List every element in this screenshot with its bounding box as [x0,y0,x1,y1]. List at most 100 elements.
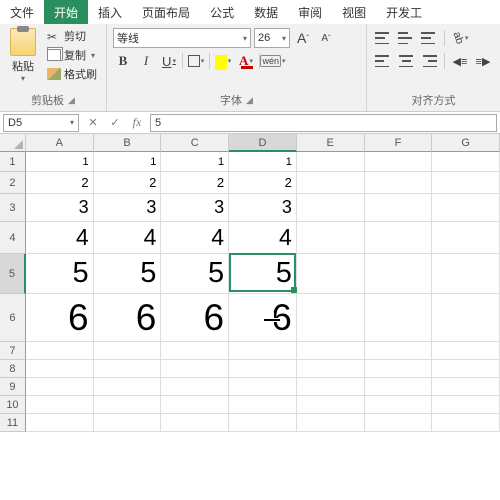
row-header-5[interactable]: 5 [0,254,26,294]
cell-G3[interactable] [432,194,500,222]
cell-A9[interactable] [26,378,94,396]
align-middle-button[interactable] [396,28,416,48]
italic-button[interactable]: I [136,51,156,71]
cell-C9[interactable] [161,378,229,396]
orientation-button[interactable]: ab▾ [450,28,470,48]
spreadsheet-grid[interactable]: ABCDEFG111112222233333444445555566666789… [0,134,500,432]
cell-B8[interactable] [94,360,162,378]
cell-G2[interactable] [432,172,500,194]
bold-button[interactable]: B [113,51,133,71]
decrease-font-button[interactable]: Aˇ [316,28,336,48]
tab-dev[interactable]: 开发工 [376,0,432,24]
cell-D3[interactable]: 3 [229,194,297,222]
cell-A5[interactable]: 5 [26,254,94,294]
col-header-A[interactable]: A [26,134,94,152]
align-bottom-button[interactable] [419,28,439,48]
row-header-3[interactable]: 3 [0,194,26,222]
cell-F1[interactable] [365,152,433,172]
cell-F6[interactable] [365,294,433,342]
cell-G1[interactable] [432,152,500,172]
col-header-G[interactable]: G [432,134,500,152]
tab-data[interactable]: 数据 [244,0,288,24]
cell-G9[interactable] [432,378,500,396]
cell-E9[interactable] [297,378,365,396]
phonetic-button[interactable]: wén▾ [263,51,283,71]
cell-D7[interactable] [229,342,297,360]
cell-E3[interactable] [297,194,365,222]
cut-button[interactable]: ✂剪切 [44,27,100,45]
cell-F8[interactable] [365,360,433,378]
align-right-button[interactable] [419,51,439,71]
row-header-11[interactable]: 11 [0,414,26,432]
increase-font-button[interactable]: Aˆ [293,28,313,48]
cell-F9[interactable] [365,378,433,396]
cell-D10[interactable] [229,396,297,414]
cell-B1[interactable]: 1 [94,152,162,172]
cell-B11[interactable] [94,414,162,432]
row-header-1[interactable]: 1 [0,152,26,172]
paste-button[interactable]: 粘贴 ▾ [6,26,40,90]
cancel-button[interactable]: ✕ [82,114,104,132]
row-header-6[interactable]: 6 [0,294,26,342]
tab-view[interactable]: 视图 [332,0,376,24]
fx-button[interactable]: fx [126,114,148,132]
cell-D2[interactable]: 2 [229,172,297,194]
cell-C5[interactable]: 5 [161,254,229,294]
cell-C4[interactable]: 4 [161,222,229,254]
cell-D4[interactable]: 4 [229,222,297,254]
cell-D8[interactable] [229,360,297,378]
align-left-button[interactable] [373,51,393,71]
row-header-4[interactable]: 4 [0,222,26,254]
cell-A11[interactable] [26,414,94,432]
cell-A8[interactable] [26,360,94,378]
font-color-button[interactable]: A▾ [236,51,256,71]
cell-A3[interactable]: 3 [26,194,94,222]
cell-E8[interactable] [297,360,365,378]
copy-button[interactable]: 复制▾ [44,46,100,64]
col-header-B[interactable]: B [94,134,162,152]
cell-F11[interactable] [365,414,433,432]
increase-indent-button[interactable]: ≡▶ [473,51,493,71]
cell-E7[interactable] [297,342,365,360]
cell-G6[interactable] [432,294,500,342]
underline-button[interactable]: U▾ [159,51,179,71]
cell-D6[interactable]: 6 [229,294,297,342]
cell-E6[interactable] [297,294,365,342]
cell-C2[interactable]: 2 [161,172,229,194]
cell-A2[interactable]: 2 [26,172,94,194]
cell-D9[interactable] [229,378,297,396]
cell-A7[interactable] [26,342,94,360]
font-name-combo[interactable]: 等线▾ [113,28,251,48]
cell-G8[interactable] [432,360,500,378]
col-header-E[interactable]: E [297,134,365,152]
cell-C6[interactable]: 6 [161,294,229,342]
decrease-indent-button[interactable]: ◀≡ [450,51,470,71]
cell-F10[interactable] [365,396,433,414]
cell-B10[interactable] [94,396,162,414]
font-expand-icon[interactable]: ◢ [246,95,253,106]
cell-E2[interactable] [297,172,365,194]
cell-B2[interactable]: 2 [94,172,162,194]
border-button[interactable]: ▾ [186,51,206,71]
cell-C3[interactable]: 3 [161,194,229,222]
clipboard-expand-icon[interactable]: ◢ [68,95,75,106]
cell-C11[interactable] [161,414,229,432]
tab-insert[interactable]: 插入 [88,0,132,24]
row-header-7[interactable]: 7 [0,342,26,360]
formula-input[interactable]: 5 [150,114,497,132]
fill-color-button[interactable]: ▾ [213,51,233,71]
cell-A10[interactable] [26,396,94,414]
cell-G10[interactable] [432,396,500,414]
cell-F2[interactable] [365,172,433,194]
align-center-button[interactable] [396,51,416,71]
cell-A4[interactable]: 4 [26,222,94,254]
row-header-8[interactable]: 8 [0,360,26,378]
cell-D1[interactable]: 1 [229,152,297,172]
enter-button[interactable]: ✓ [104,114,126,132]
select-all-corner[interactable] [0,134,26,152]
cell-A6[interactable]: 6 [26,294,94,342]
tab-file[interactable]: 文件 [0,0,44,24]
cell-D5[interactable]: 5 [229,254,297,294]
align-top-button[interactable] [373,28,393,48]
tab-layout[interactable]: 页面布局 [132,0,200,24]
